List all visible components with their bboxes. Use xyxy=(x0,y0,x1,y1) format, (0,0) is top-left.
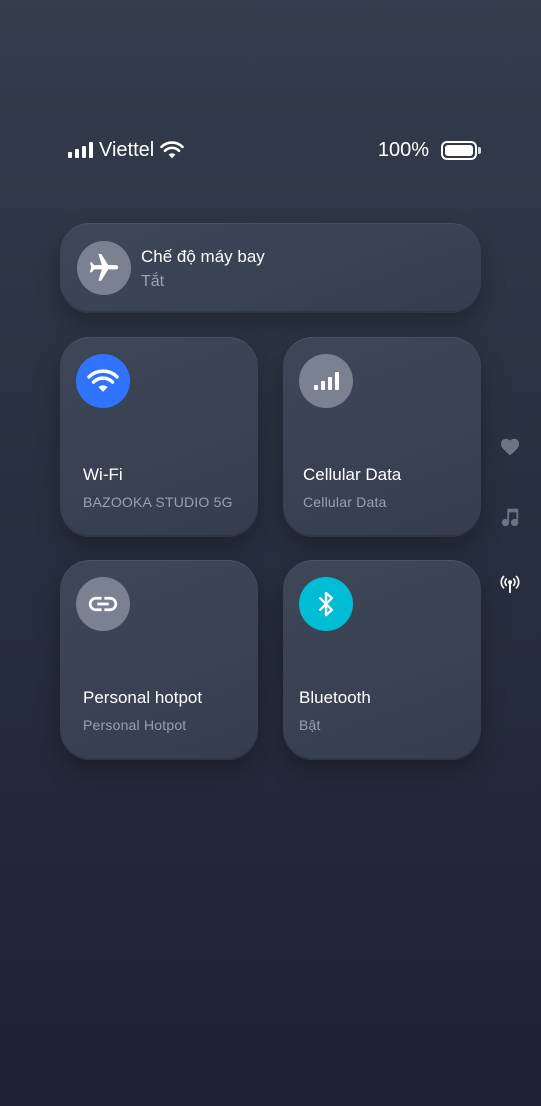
airplane-mode-status: Tắt xyxy=(141,273,165,290)
airplane-mode-label: Chế độ máy bay xyxy=(141,247,265,266)
airplane-icon xyxy=(77,241,131,295)
wifi-title: Wi-Fi xyxy=(83,465,123,484)
battery-percentage: 100% xyxy=(377,138,429,161)
cellular-data-subtitle: Cellular Data xyxy=(303,494,387,510)
cellular-data-title: Cellular Data xyxy=(303,465,402,484)
status-right: 100% xyxy=(378,139,481,162)
bluetooth-icon xyxy=(299,577,353,631)
battery-full-icon xyxy=(441,140,481,160)
bluetooth-title: Bluetooth xyxy=(299,688,371,707)
wifi-icon xyxy=(160,141,185,159)
status-left: Viettel xyxy=(68,138,185,162)
personal-hotspot-title: Personal hotpot xyxy=(83,688,203,707)
wifi-icon xyxy=(76,354,130,408)
bluetooth-tile[interactable]: Bluetooth Bật xyxy=(283,560,481,760)
bluetooth-status: Bật xyxy=(299,717,321,733)
personal-hotspot-tile[interactable]: Personal hotpot Personal Hotpot xyxy=(60,560,258,760)
status-bar: Viettel 100% xyxy=(68,136,481,164)
antenna-broadcast-icon[interactable] xyxy=(498,572,522,596)
carrier-name: Viettel xyxy=(99,138,155,161)
heart-icon[interactable] xyxy=(498,434,522,458)
personal-hotspot-subtitle: Personal Hotpot xyxy=(83,717,187,733)
cellular-data-tile[interactable]: Cellular Data Cellular Data xyxy=(283,337,481,537)
link-icon xyxy=(76,577,130,631)
music-note-icon[interactable] xyxy=(498,505,522,529)
cellular-signal-icon xyxy=(68,142,93,158)
cellular-signal-icon xyxy=(299,354,353,408)
wifi-tile[interactable]: Wi-Fi BAZOOKA STUDIO 5G xyxy=(60,337,258,537)
airplane-mode-toggle[interactable]: Chế độ máy bay Tắt xyxy=(60,223,481,313)
wifi-network-name: BAZOOKA STUDIO 5G xyxy=(83,494,233,510)
